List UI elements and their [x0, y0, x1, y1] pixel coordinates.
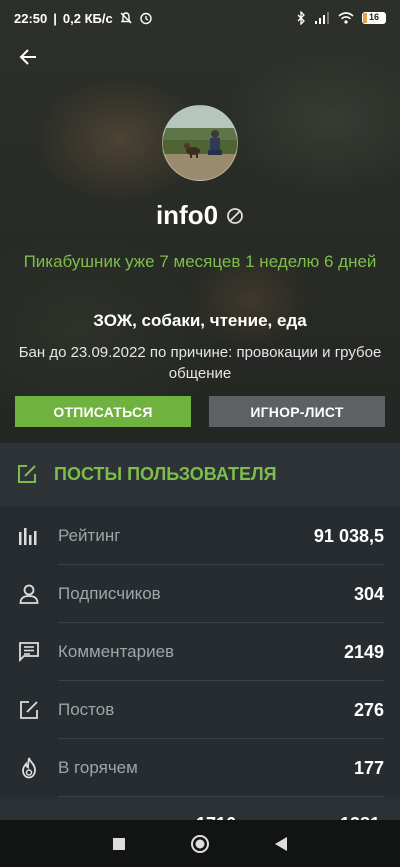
status-bar: 22:50 | 0,2 КБ/с 16: [0, 0, 400, 36]
comment-icon: [19, 642, 39, 663]
stat-label: В горячем: [58, 758, 138, 777]
edit-icon: [18, 465, 36, 483]
ignore-list-button[interactable]: ИГНОР-ЛИСТ: [209, 396, 385, 427]
stat-value: 276: [353, 699, 384, 720]
avatar[interactable]: [162, 105, 238, 181]
user-posts-label: ПОСТЫ ПОЛЬЗОВАТЕЛЯ: [54, 463, 277, 484]
arrow-left-icon: [19, 49, 36, 65]
back-nav-button[interactable]: [274, 836, 288, 852]
system-navigation-bar: [0, 820, 400, 867]
ban-notice: Бан до 23.09.2022 по причине: провокации…: [18, 344, 382, 382]
flame-icon: [22, 757, 36, 779]
stat-value: 2149: [343, 641, 384, 662]
alarm-icon: [140, 12, 152, 25]
stat-rating: Рейтинг 91 038,5: [0, 507, 400, 565]
stat-value: 91 038,5: [313, 525, 384, 546]
profile-tags: ЗОЖ, собаки, чтение, еда: [93, 311, 307, 330]
stat-label: Постов: [58, 700, 115, 719]
battery-icon: 16: [362, 12, 386, 24]
wifi-icon: [338, 12, 354, 24]
signal-icon: [315, 12, 329, 24]
stat-label: Подписчиков: [58, 584, 161, 603]
stat-label: Комментариев: [58, 642, 175, 661]
stat-hot[interactable]: В горячем 177: [0, 739, 400, 797]
bar-chart-icon: [19, 528, 37, 545]
stat-value: 177: [353, 757, 384, 778]
stat-value: 304: [353, 583, 384, 604]
banned-icon: [227, 207, 243, 224]
mute-icon: [120, 12, 132, 24]
recents-button[interactable]: [112, 837, 126, 851]
stat-subscribers[interactable]: Подписчиков 304: [0, 565, 400, 623]
profile-tenure: Пикабушник уже 7 месяцев 1 неделю 6 дней: [23, 252, 377, 271]
home-button[interactable]: [190, 834, 210, 854]
edit-icon: [20, 701, 38, 719]
person-icon: [19, 584, 39, 604]
stat-comments[interactable]: Комментариев 2149: [0, 623, 400, 681]
back-button[interactable]: [14, 42, 44, 72]
stat-label: Рейтинг: [58, 526, 121, 545]
username-text: info0: [155, 200, 219, 230]
user-posts-link[interactable]: ПОСТЫ ПОЛЬЗОВАТЕЛЯ: [0, 443, 400, 505]
unsubscribe-button[interactable]: ОТПИСАТЬСЯ: [15, 396, 191, 427]
profile-username: info0: [0, 200, 400, 231]
avatar-photo: [163, 106, 237, 180]
stat-posts[interactable]: Постов 276: [0, 681, 400, 739]
bluetooth-icon: [297, 11, 305, 25]
status-time: 22:50: [14, 10, 48, 26]
profile-actions: ОТПИСАТЬСЯ ИГНОР-ЛИСТ: [15, 396, 385, 427]
stats-list: Рейтинг 91 038,5 Подписчиков 304 Коммент…: [0, 507, 400, 797]
status-network-speed: 0,2 КБ/с: [62, 10, 113, 26]
